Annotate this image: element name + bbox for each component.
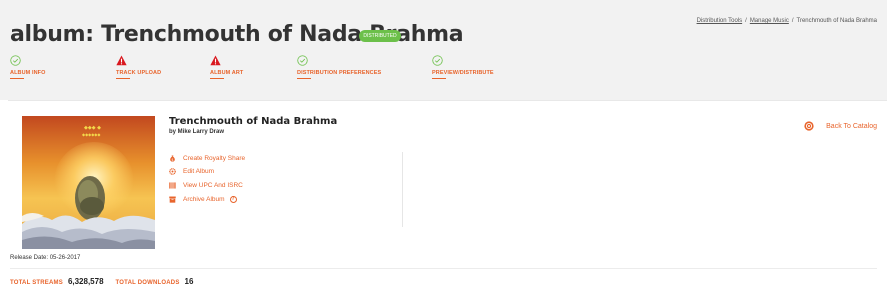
breadcrumb-separator: / — [791, 18, 794, 24]
album-stats: TOTAL STREAMS 6,328,578 TOTAL DOWNLOADS … — [10, 277, 205, 286]
step-underline — [210, 78, 224, 79]
step-underline — [10, 78, 24, 79]
total-downloads-label: TOTAL DOWNLOADS — [115, 280, 180, 286]
breadcrumb-separator: / — [745, 18, 747, 24]
release-date: Release Date: 05-26-2017 — [10, 255, 81, 261]
back-to-catalog-label: Back To Catalog — [826, 122, 877, 130]
breadcrumb-distribution-tools[interactable]: Distribution Tools — [697, 18, 743, 24]
check-circle-icon — [297, 55, 308, 66]
total-streams-label: TOTAL STREAMS — [10, 280, 63, 286]
status-badge: DISTRIBUTED — [359, 30, 401, 42]
step-label: ALBUM ART — [210, 70, 244, 76]
barcode-icon — [169, 181, 176, 189]
svg-text:◆◆◆ ◆: ◆◆◆ ◆ — [84, 125, 101, 131]
step-underline — [116, 78, 130, 79]
money-bag-icon: $ — [170, 154, 175, 161]
warning-icon — [210, 55, 221, 66]
check-circle-icon — [10, 55, 21, 66]
album-header — [0, 0, 887, 100]
step-underline — [432, 78, 446, 79]
archive-album-label: Archive Album — [183, 195, 225, 203]
view-upc-isrc-link[interactable]: View UPC And ISRC — [169, 180, 243, 190]
album-name: Trenchmouth of Nada Brahma — [169, 116, 338, 127]
step-label: PREVIEW/DISTRIBUTE — [432, 70, 494, 76]
archive-album-link[interactable]: Archive Album ? — [169, 194, 237, 204]
archive-box-icon — [169, 196, 176, 203]
help-icon[interactable]: ? — [229, 195, 237, 203]
back-to-catalog-link[interactable]: Back To Catalog — [804, 121, 877, 131]
vertical-divider — [402, 152, 403, 227]
horizontal-divider — [10, 268, 877, 269]
svg-text:$: $ — [172, 157, 174, 161]
total-streams-value: 6,328,578 — [67, 277, 104, 286]
create-royalty-share-label: Create Royalty Share — [183, 154, 246, 162]
breadcrumb-current: Trenchmouth of Nada Brahma — [796, 18, 877, 24]
step-label: DISTRIBUTION PREFERENCES — [297, 70, 382, 76]
album-cover-image: ◆◆◆ ◆ ◆◆◆◆◆◆ — [22, 116, 155, 249]
edit-album-label: Edit Album — [183, 167, 215, 175]
step-label: ALBUM INFO — [10, 70, 46, 76]
svg-text:◆◆◆◆◆◆: ◆◆◆◆◆◆ — [82, 132, 101, 137]
warning-icon — [116, 55, 127, 66]
create-royalty-share-link[interactable]: $ Create Royalty Share — [169, 153, 245, 163]
edit-album-link[interactable]: Edit Album — [169, 166, 214, 176]
artist-name: by Mike Larry Draw — [169, 129, 225, 135]
view-upc-isrc-label: View UPC And ISRC — [183, 181, 243, 189]
check-circle-icon — [432, 55, 443, 66]
step-underline — [297, 78, 311, 79]
back-arrow-icon — [804, 121, 814, 131]
step-label: TRACK UPLOAD — [116, 70, 162, 76]
breadcrumb-manage-music[interactable]: Manage Music — [750, 18, 789, 24]
total-downloads-value: 16 — [184, 277, 194, 286]
gear-icon — [169, 167, 176, 175]
breadcrumb: Distribution Tools / Manage Music / Trenchmo… — [697, 18, 877, 24]
